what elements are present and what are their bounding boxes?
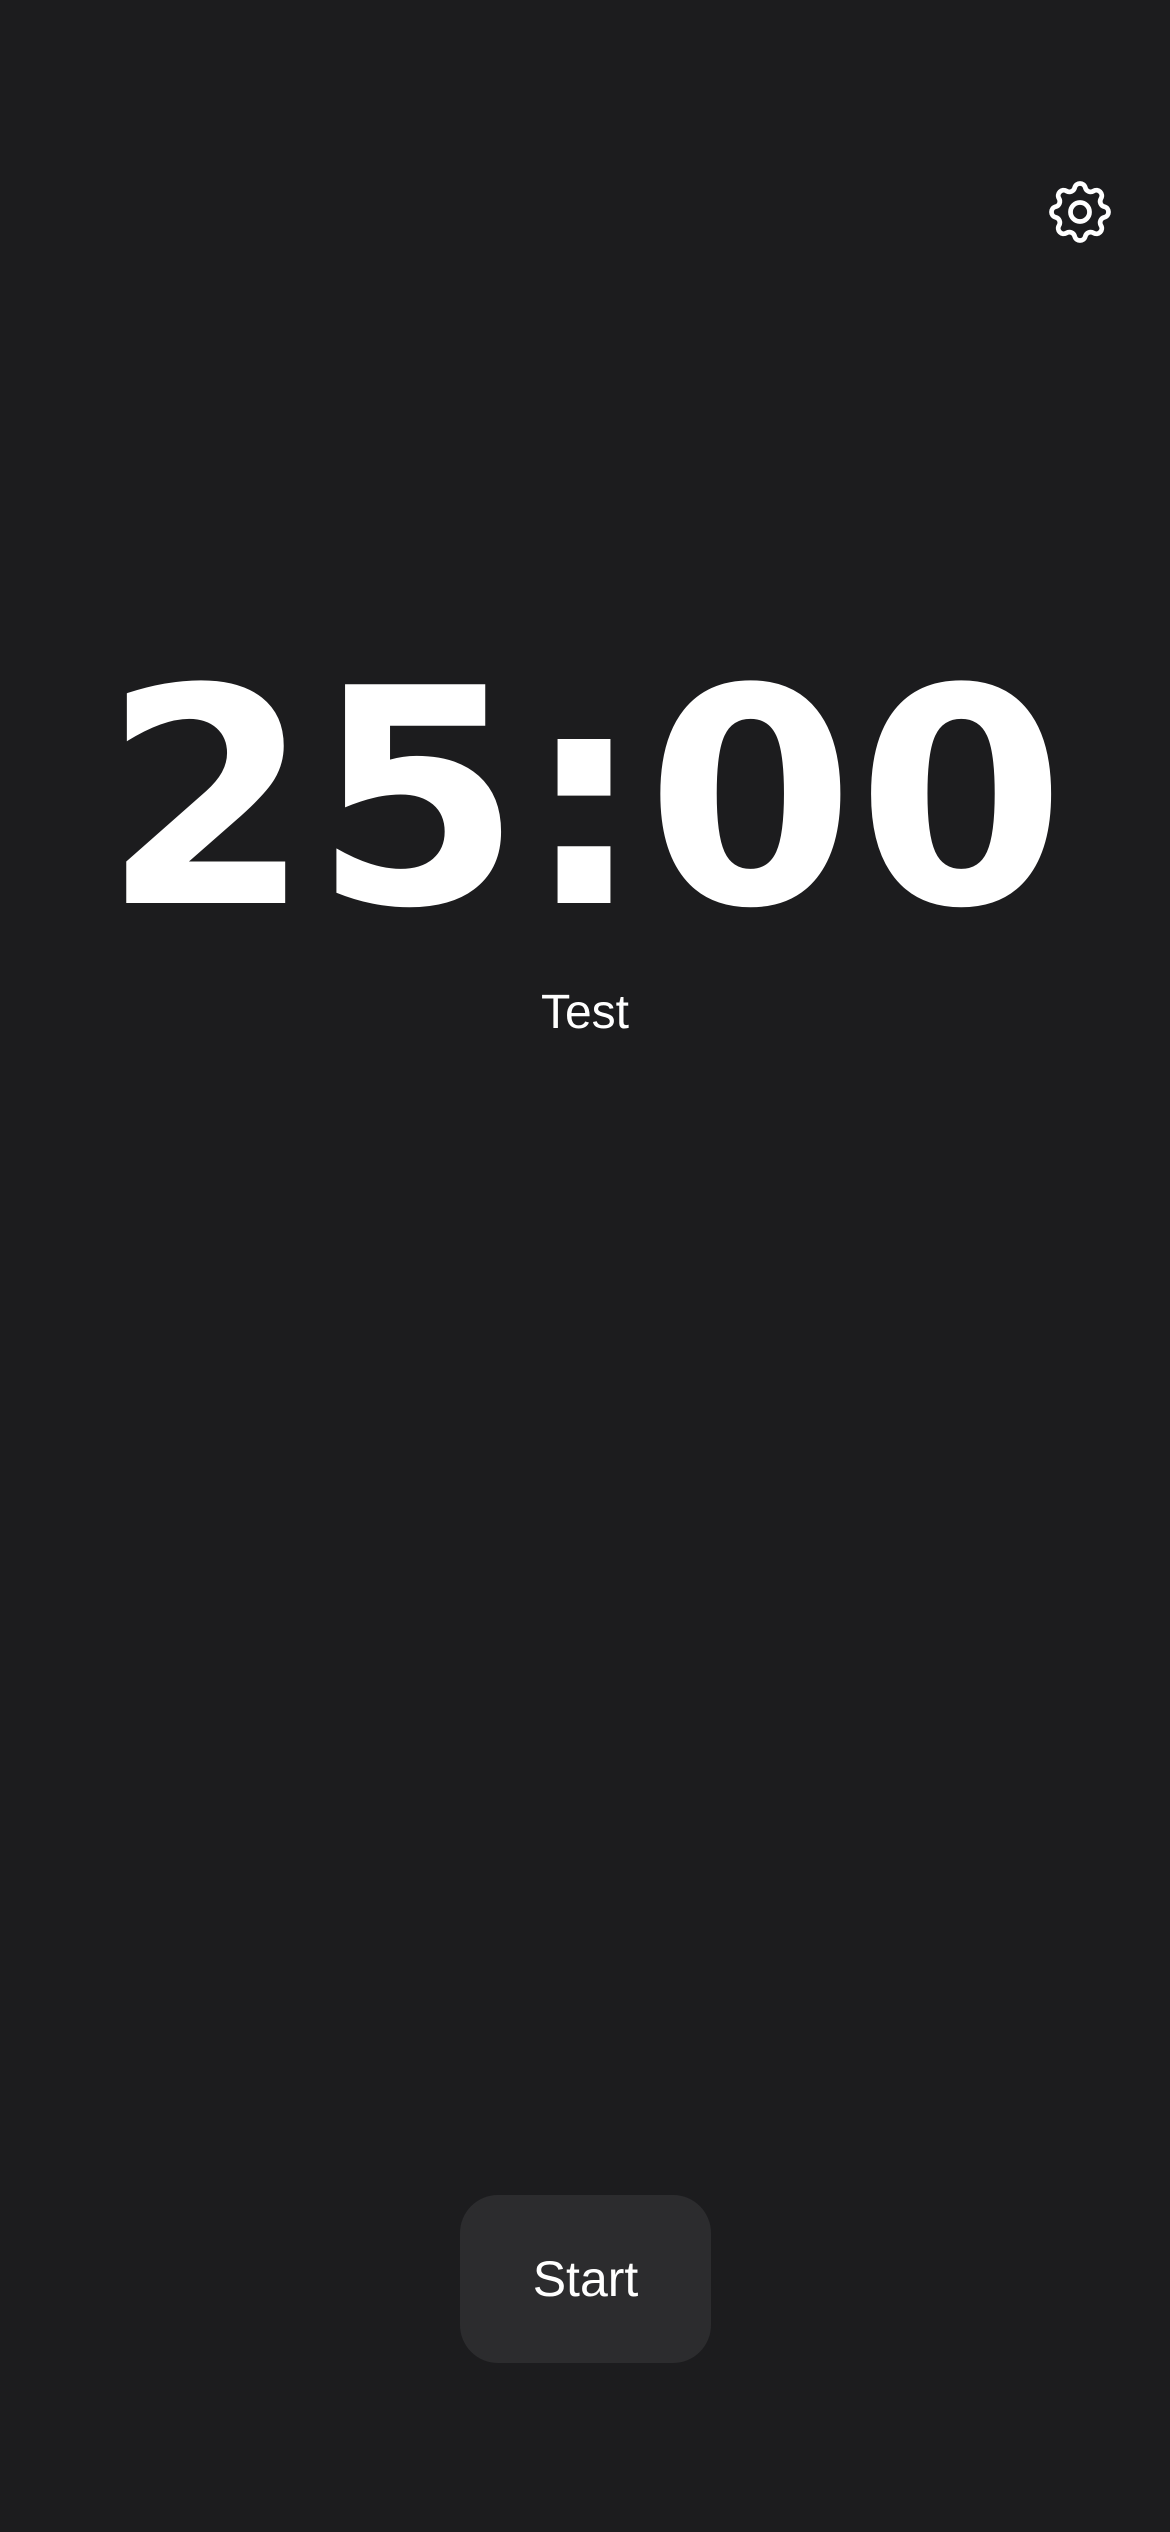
gear-icon xyxy=(1042,174,1118,254)
timer-screen: 25:00 Test Start xyxy=(0,0,1170,2532)
timer-label: Test xyxy=(540,986,630,1039)
start-button[interactable]: Start xyxy=(460,2195,711,2363)
settings-button[interactable] xyxy=(1030,164,1130,264)
timer-display: 25:00 xyxy=(102,625,1068,974)
